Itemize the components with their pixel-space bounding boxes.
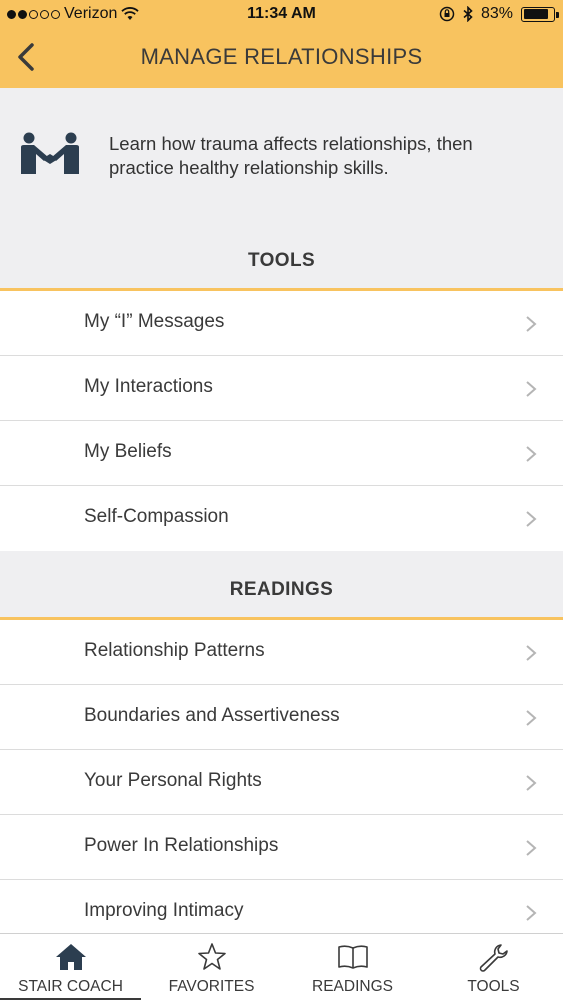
rotation-lock-icon (439, 6, 455, 22)
chevron-right-icon (526, 511, 537, 527)
list-item-label: My “I” Messages (84, 311, 225, 332)
chevron-right-icon (526, 710, 537, 726)
list-item-label: Your Personal Rights (84, 770, 262, 791)
intro-line-2: practice healthy relationship skills. (109, 157, 389, 178)
list-item-label: My Beliefs (84, 441, 172, 462)
battery-percent: 83% (480, 5, 513, 22)
chevron-right-icon (526, 446, 537, 462)
readings-section-title: READINGS (229, 579, 334, 600)
tool-item-i-messages[interactable]: My “I” Messages (0, 291, 563, 356)
chevron-right-icon (526, 905, 537, 921)
page-title: MANAGE RELATIONSHIPS (140, 44, 423, 69)
tab-bar: STAIR COACH FAVORITES READINGS TOOLS (0, 933, 563, 1000)
list-item-label: Boundaries and Assertiveness (84, 705, 340, 726)
tool-item-beliefs[interactable]: My Beliefs (0, 421, 563, 486)
tab-tools[interactable]: TOOLS (423, 934, 563, 1000)
list-item-label: My Interactions (84, 376, 213, 397)
handshake-icon (21, 132, 79, 174)
chevron-right-icon (526, 840, 537, 856)
chevron-right-icon (526, 645, 537, 661)
tools-section-title: TOOLS (247, 250, 316, 271)
home-icon (55, 944, 86, 970)
chevron-right-icon (526, 775, 537, 791)
star-icon (197, 943, 226, 970)
tab-stair-coach[interactable]: STAIR COACH (0, 934, 141, 1000)
reading-item-boundaries[interactable]: Boundaries and Assertiveness (0, 685, 563, 750)
reading-item-personal-rights[interactable]: Your Personal Rights (0, 750, 563, 815)
tab-label: FAVORITES (168, 978, 255, 995)
intro-description: Learn how trauma affects relationships, … (109, 132, 549, 180)
reading-item-relationship-patterns[interactable]: Relationship Patterns (0, 620, 563, 685)
tab-label: STAIR COACH (18, 978, 123, 995)
status-bar: Verizon 11:34 AM 83% (0, 0, 563, 30)
book-icon (337, 945, 368, 969)
bluetooth-icon (463, 6, 473, 22)
tab-label: TOOLS (467, 978, 520, 995)
tool-item-interactions[interactable]: My Interactions (0, 356, 563, 421)
status-right: 83% (439, 5, 559, 23)
list-item-label: Improving Intimacy (84, 900, 244, 921)
reading-item-power[interactable]: Power In Relationships (0, 815, 563, 880)
tab-favorites[interactable]: FAVORITES (141, 934, 282, 1000)
intro-line-1: Learn how trauma affects relationships, … (109, 133, 473, 154)
list-item-label: Self-Compassion (84, 506, 229, 527)
list-item-label: Power In Relationships (84, 835, 279, 856)
chevron-right-icon (526, 316, 537, 332)
tab-readings[interactable]: READINGS (282, 934, 423, 1000)
wrench-icon (479, 944, 508, 972)
list-item-label: Relationship Patterns (84, 640, 265, 661)
battery-icon (521, 6, 559, 22)
chevron-right-icon (526, 381, 537, 397)
tool-item-self-compassion[interactable]: Self-Compassion (0, 486, 563, 551)
tab-label: READINGS (312, 978, 393, 995)
